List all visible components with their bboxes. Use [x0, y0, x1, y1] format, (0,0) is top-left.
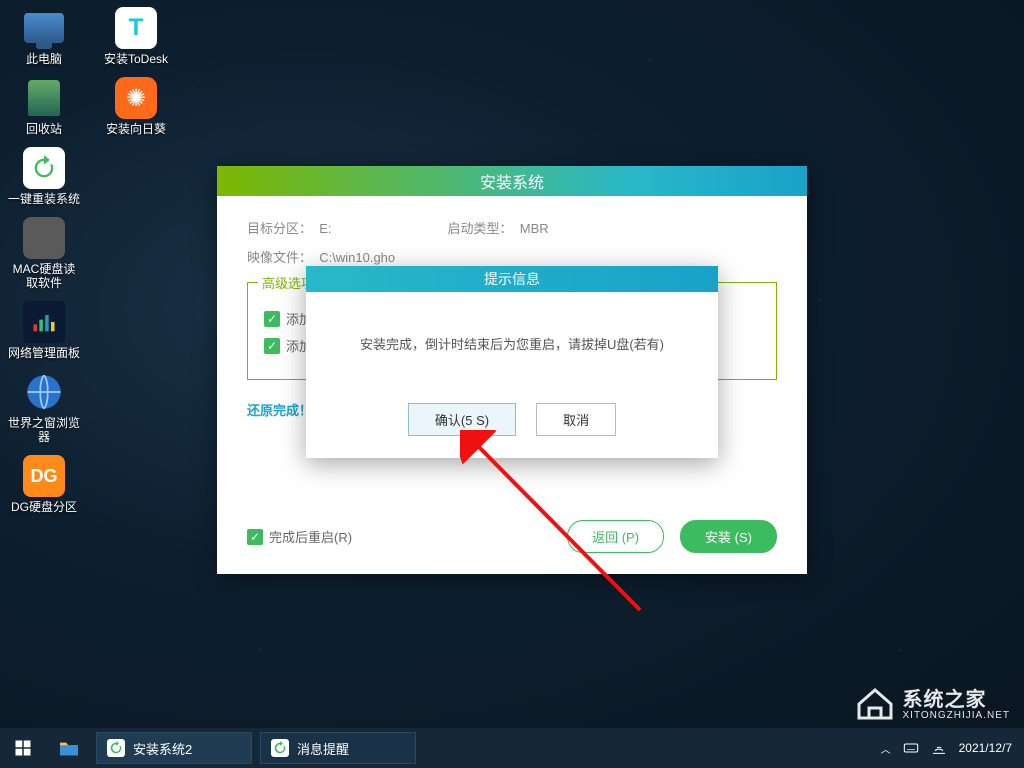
watermark-sub: XITONGZHIJIA.NET: [903, 710, 1011, 721]
image-file-value: C:\win10.gho: [319, 250, 395, 265]
watermark: 系统之家 XITONGZHIJIA.NET: [855, 682, 1011, 722]
prompt-title: 提示信息: [306, 266, 718, 292]
apple-icon: [23, 217, 65, 259]
globe-icon: [23, 371, 65, 413]
back-button[interactable]: 返回 (P): [567, 520, 664, 553]
desktop-icons: 此电脑 T 安装ToDesk 回收站 ✺ 安装向日葵 一键重装系统 MAC硬盘读…: [8, 8, 172, 514]
tray-date[interactable]: 2021/12/7: [959, 741, 1012, 755]
desktop-icon-sunflower[interactable]: ✺ 安装向日葵: [100, 78, 172, 136]
network-panel-icon: [23, 301, 65, 343]
windows-icon: [14, 739, 32, 757]
network-icon[interactable]: [931, 740, 947, 756]
image-file-label: 映像文件：: [247, 250, 312, 265]
disk-genius-icon: DG: [23, 455, 65, 497]
desktop-icon-reinstall[interactable]: 一键重装系统: [8, 148, 80, 206]
check-icon: ✓: [264, 311, 280, 327]
reinstall-icon: [23, 147, 65, 189]
check-icon: ✓: [247, 529, 263, 545]
folder-icon: [58, 739, 80, 757]
icon-label: MAC硬盘读 取软件: [13, 262, 76, 290]
todesk-icon: T: [115, 7, 157, 49]
icon-label: 一键重装系统: [8, 192, 80, 206]
icon-label: 安装ToDesk: [104, 52, 168, 66]
target-partition-label: 目标分区：: [247, 221, 312, 236]
desktop-icon-mac-disk[interactable]: MAC硬盘读 取软件: [8, 218, 80, 290]
desktop-icon-dg[interactable]: DG DG硬盘分区: [8, 456, 80, 514]
desktop-icon-this-pc[interactable]: 此电脑: [8, 8, 80, 66]
system-tray: ︿ 2021/12/7: [881, 740, 1024, 756]
icon-label: DG硬盘分区: [11, 500, 77, 514]
tray-chevron-up-icon[interactable]: ︿: [881, 741, 891, 756]
start-button[interactable]: [0, 728, 46, 768]
desktop-icon-recycle-bin[interactable]: 回收站: [8, 78, 80, 136]
prompt-message: 安装完成，倒计时结束后为您重启，请拔掉U盘(若有): [328, 334, 696, 353]
taskbar: 安装系统2 消息提醒 ︿ 2021/12/7: [0, 728, 1024, 768]
icon-label: 网络管理面板: [8, 346, 80, 360]
watermark-title: 系统之家: [903, 683, 1011, 712]
reinstall-icon: [271, 739, 289, 757]
desktop-icon-todesk[interactable]: T 安装ToDesk: [100, 8, 172, 66]
taskbar-task-message[interactable]: 消息提醒: [260, 732, 416, 764]
icon-label: 世界之窗浏览 器: [8, 416, 80, 444]
taskbar-task-installer[interactable]: 安装系统2: [96, 732, 252, 764]
install-button[interactable]: 安装 (S): [680, 520, 777, 553]
keyboard-icon[interactable]: [903, 740, 919, 756]
house-icon: [855, 682, 895, 722]
boot-type-value: MBR: [520, 221, 549, 236]
confirm-button[interactable]: 确认(5 S): [408, 403, 516, 436]
target-partition-value: E:: [319, 221, 331, 236]
task-label: 消息提醒: [297, 739, 349, 758]
icon-label: 安装向日葵: [106, 122, 166, 136]
icon-label: 回收站: [26, 122, 62, 136]
installer-title: 安装系统: [217, 166, 807, 196]
task-label: 安装系统2: [133, 739, 192, 758]
monitor-icon: [24, 13, 64, 43]
prompt-dialog: 提示信息 安装完成，倒计时结束后为您重启，请拔掉U盘(若有) 确认(5 S) 取…: [306, 266, 718, 458]
sunflower-icon: ✺: [115, 77, 157, 119]
desktop-icon-browser[interactable]: 世界之窗浏览 器: [8, 372, 80, 444]
boot-type-label: 启动类型：: [448, 221, 513, 236]
recycle-bin-icon: [28, 80, 60, 116]
check-icon: ✓: [264, 338, 280, 354]
cancel-button[interactable]: 取消: [536, 403, 616, 436]
taskbar-file-explorer[interactable]: [46, 728, 92, 768]
reinstall-icon: [107, 739, 125, 757]
icon-label: 此电脑: [26, 52, 62, 66]
desktop-icon-network-panel[interactable]: 网络管理面板: [8, 302, 80, 360]
checkbox-restart-after[interactable]: ✓完成后重启(R): [247, 527, 352, 546]
